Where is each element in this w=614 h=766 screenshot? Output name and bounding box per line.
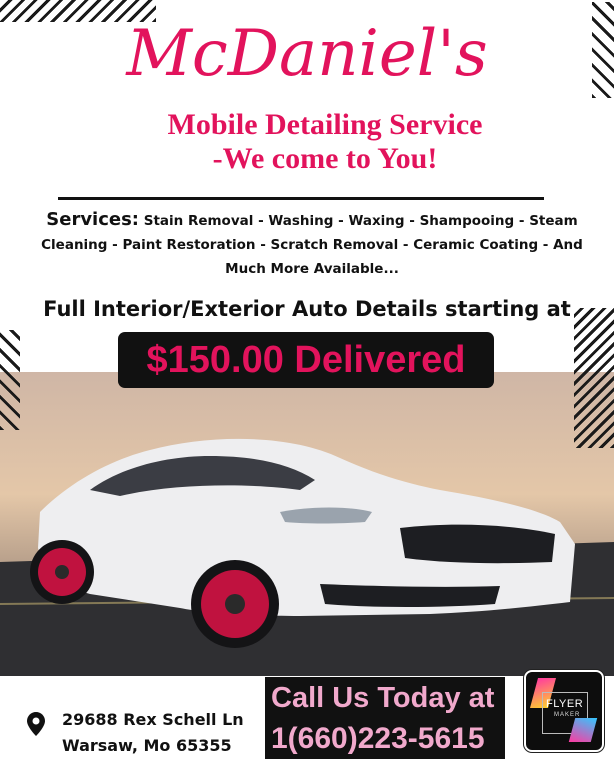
address-line2: Warsaw, Mo 65355 [62,736,232,755]
services-label: Services: [46,209,140,230]
flyer: McDaniel's Mobile Detailing Service -We … [0,0,614,766]
offer-text: Full Interior/Exterior Auto Details star… [43,297,571,321]
car-grille [400,524,555,564]
decorative-stripes-right [574,308,614,448]
logo-streak [568,718,598,742]
call-text: Call Us Today at [271,682,495,714]
map-pin-icon [27,712,45,736]
price-box: $150.00 Delivered [118,332,494,388]
address: 29688 Rex Schell Ln Warsaw, Mo 65355 [62,707,244,759]
car-illustration [0,438,614,678]
price-text: $150.00 Delivered [146,338,466,381]
divider [58,197,544,200]
business-name: McDaniel's [126,17,488,91]
logo-text: FLYER [546,698,584,710]
address-line1: 29688 Rex Schell Ln [62,710,244,729]
tagline-line1: Mobile Detailing Service [167,108,483,141]
phone-number[interactable]: 1(660)223-5615 [271,722,485,756]
services-list: Services: Stain Removal - Washing - Waxi… [20,208,604,281]
tagline: Mobile Detailing Service -We come to You… [100,108,550,176]
tagline-line2: -We come to You! [212,142,438,175]
car-headlight [280,507,372,524]
car-photo [0,372,614,678]
flyer-maker-logo: FLYER MAKER [524,670,604,752]
decorative-stripes-left [0,330,20,430]
